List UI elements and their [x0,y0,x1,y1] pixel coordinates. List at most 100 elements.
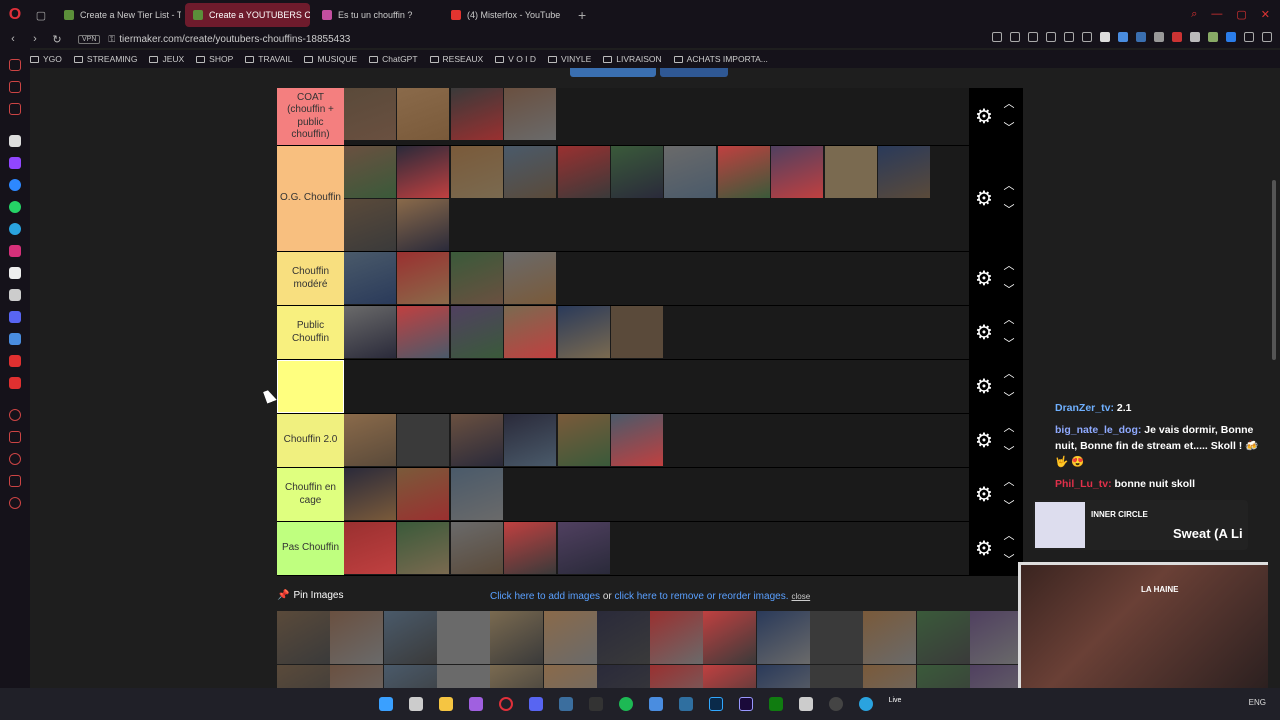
gear-icon[interactable]: ⚙ [973,376,995,398]
pool-image-thumbnail[interactable] [383,611,437,664]
tier-items[interactable] [344,414,969,467]
opera-icon[interactable] [498,697,513,711]
add-images-link[interactable]: Click here to add images [490,591,600,602]
pool-image-thumbnail[interactable] [596,665,650,688]
discord-icon[interactable] [528,697,543,711]
tier-item-thumbnail[interactable] [450,306,503,358]
start-icon[interactable] [378,697,393,711]
twitch-icon[interactable] [9,157,21,169]
bookmark-item[interactable]: SHOP [196,54,233,64]
pool-image-thumbnail[interactable] [543,611,597,664]
opera-logo-icon[interactable]: O [0,0,30,30]
tier-items[interactable] [344,360,969,413]
chevron-up-icon[interactable]: ︿ [1001,365,1017,381]
explorer-icon[interactable] [438,697,453,711]
pool-image-thumbnail[interactable] [383,665,437,688]
x-icon[interactable] [9,289,21,301]
photos-icon[interactable] [648,697,663,711]
sidebar-app-icon[interactable] [9,135,21,147]
tier-item-thumbnail[interactable] [611,414,663,466]
gear-icon[interactable]: ⚙ [973,322,995,344]
url-field[interactable]: tiermaker.com/create/youtubers-chouffins… [119,34,350,45]
tier-item-thumbnail[interactable] [344,306,396,358]
extensions-icon[interactable] [9,475,21,487]
extension-icon[interactable] [1136,32,1146,42]
tier-item-thumbnail[interactable] [504,522,557,574]
chevron-down-icon[interactable]: ﹀ [1001,281,1017,297]
tier-item-thumbnail[interactable] [397,468,450,520]
pool-image-thumbnail[interactable] [810,611,863,664]
top-action-button[interactable] [570,68,656,77]
extension-icon[interactable] [1172,32,1182,42]
pool-image-thumbnail[interactable] [810,665,863,688]
extension-icon[interactable] [1082,32,1092,42]
gear-icon[interactable]: ⚙ [973,538,995,560]
app-icon[interactable] [858,697,873,711]
whatsapp-icon[interactable] [9,201,21,213]
bookmark-item[interactable]: V O I D [495,54,536,64]
history-icon[interactable] [9,453,21,465]
pool-image-thumbnail[interactable] [703,611,757,664]
bookmark-item[interactable]: RESEAUX [429,54,483,64]
reorder-images-link[interactable]: click here to remove or reorder images. [615,591,789,602]
extension-icon[interactable] [1010,32,1020,42]
tier-label[interactable]: O.G. Chouffin [277,146,344,251]
pool-image-thumbnail[interactable] [916,665,970,688]
tier-item-thumbnail[interactable] [771,146,824,198]
sidebar-app-icon[interactable] [9,59,21,71]
pool-image-thumbnail[interactable] [436,665,490,688]
extension-icon[interactable] [1154,32,1164,42]
wallet-icon[interactable] [9,431,21,443]
xbox-icon[interactable] [768,697,783,711]
pool-image-thumbnail[interactable] [650,665,704,688]
chevron-up-icon[interactable]: ︿ [1001,473,1017,489]
page-scrollbar[interactable] [1272,180,1276,360]
pool-image-thumbnail[interactable] [703,665,757,688]
extension-icon[interactable] [1208,32,1218,42]
pool-image-thumbnail[interactable] [863,611,917,664]
tier-label[interactable]: Chouffin en cage [277,468,344,521]
bookmark-item[interactable]: VINYLE [548,54,591,64]
pool-image-thumbnail[interactable] [969,665,1023,688]
tier-item-thumbnail[interactable] [878,146,930,198]
chevron-up-icon[interactable]: ︿ [1001,311,1017,327]
language-indicator[interactable]: ENG [1249,698,1266,707]
tier-item-thumbnail[interactable] [504,252,557,304]
pool-image-thumbnail[interactable] [277,611,330,664]
tier-item-thumbnail[interactable] [557,414,610,466]
pool-image-thumbnail[interactable] [330,611,384,664]
extension-icon[interactable] [1046,32,1056,42]
extension-icon[interactable] [1226,32,1236,42]
chevron-down-icon[interactable]: ﹀ [1001,443,1017,459]
bookmark-item[interactable]: STREAMING [73,54,137,64]
tier-item-thumbnail[interactable] [504,414,557,466]
tier-item-thumbnail[interactable] [397,88,450,140]
gear-icon[interactable]: ⚙ [973,268,995,290]
tier-item-thumbnail[interactable] [397,146,450,198]
tier-item-thumbnail[interactable] [557,146,610,198]
reload-button[interactable]: ↻ [48,33,66,46]
tier-item-thumbnail[interactable] [557,522,610,574]
tier-item-thumbnail[interactable] [824,146,877,198]
tier-item-thumbnail[interactable] [397,252,450,304]
tier-label[interactable]: Chouffin modéré [277,252,344,305]
tier-label[interactable]: Public Chouffin [277,306,344,359]
tier-items[interactable] [344,468,969,521]
chevron-up-icon[interactable]: ︿ [1001,177,1017,193]
pool-image-thumbnail[interactable] [650,611,704,664]
chevron-up-icon[interactable]: ︿ [1001,257,1017,273]
sidebar-app-icon[interactable] [9,333,21,345]
tier-item-thumbnail[interactable] [557,306,610,358]
tier-item-thumbnail[interactable] [450,252,503,304]
premiere-icon[interactable] [738,697,753,711]
extension-icon[interactable] [1028,32,1038,42]
pool-image-thumbnail[interactable] [436,611,490,664]
tier-item-thumbnail[interactable] [450,522,503,574]
tier-item-thumbnail[interactable] [344,146,396,198]
extension-icon[interactable] [1118,32,1128,42]
sidebar-app-icon[interactable] [9,103,21,115]
tier-items[interactable] [344,146,969,251]
browser-tab[interactable]: Create a YOUTUBERS CH [185,3,310,27]
steam-icon[interactable] [558,697,573,711]
workspaces-icon[interactable]: ▢ [30,9,52,22]
